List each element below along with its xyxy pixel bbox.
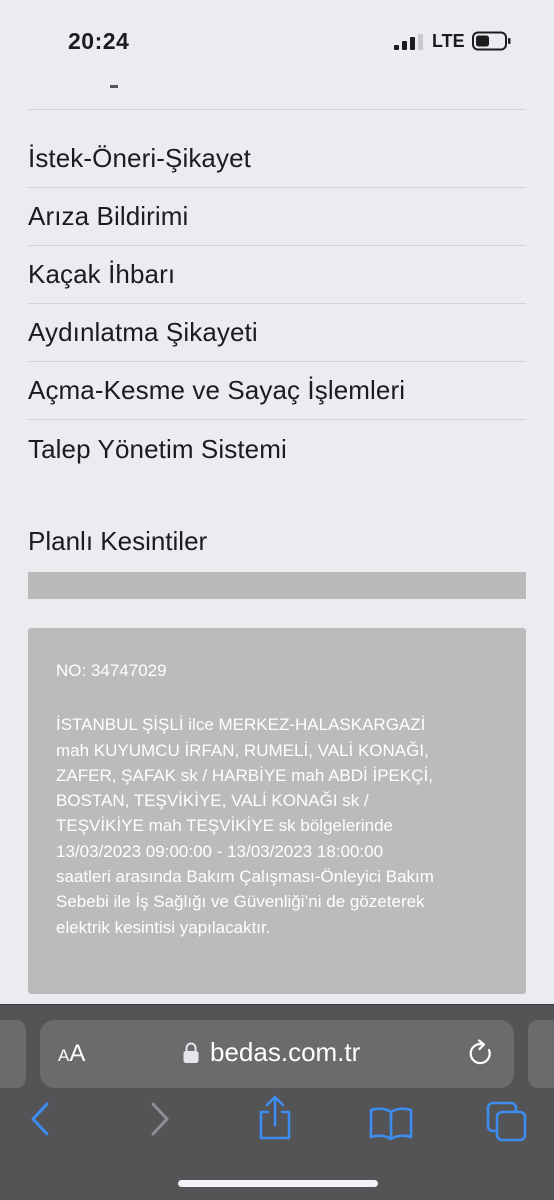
browser-bottom-bar: AA bedas.com.tr [0,1004,554,1200]
divider [28,109,526,110]
notice-line: BOSTAN, TEŞVİKİYE, VALİ KONAĞI sk / [56,791,369,811]
notice-line: elektrik kesintisi yapılacaktır. [56,917,271,937]
notice-line: İSTANBUL ŞİŞLİ ilce MERKEZ-HALASKARGAZİ [56,715,426,735]
outage-notice-card: NO: 34747029 İSTANBUL ŞİŞLİ ilce MERKEZ-… [28,628,526,994]
tabs-icon[interactable] [486,1101,528,1143]
address-bar[interactable]: AA bedas.com.tr [40,1020,514,1088]
notice-line: ZAFER, ŞAFAK sk / HARBİYE mah ABDİ İPEKÇ… [56,765,433,785]
aa-large-letter: A [69,1040,86,1067]
menu-item-aydinlatma-sikayeti[interactable]: Aydınlatma Şikayeti [28,304,526,362]
menu-item-talep-yonetim[interactable]: Talep Yönetim Sistemi [28,420,526,478]
notice-line: saatleri arasında Bakım Çalışması-Önleyi… [56,867,434,887]
menu-item-ariza-bildirimi[interactable]: Arıza Bildirimi [28,188,526,246]
notice-line: 13/03/2023 09:00:00 - 13/03/2023 18:00:0… [56,841,384,861]
notice-line: Sebebi ile İş Sağlığı ve Güvenliği’ni de… [56,892,425,912]
outages-header-bar [28,572,526,599]
next-tab-preview[interactable] [528,1020,554,1088]
planned-outages-title: Planlı Kesintiler [28,526,208,556]
aa-small-letter: A [58,1046,70,1065]
status-time: 20:24 [68,28,130,54]
menu-item-istek-oneri-sikayet[interactable]: İstek-Öneri-Şikayet [28,130,526,188]
back-icon[interactable] [28,1101,52,1137]
header-dash [110,85,118,88]
menu-item-kacak-ihbari[interactable]: Kaçak İhbarı [28,246,526,304]
page-settings-button[interactable]: AA [58,1040,85,1068]
home-indicator[interactable] [178,1180,378,1187]
lock-icon [183,1042,199,1063]
bookmarks-icon[interactable] [368,1105,414,1141]
notice-number: NO: 34747029 [56,661,167,680]
network-type: LTE [432,31,465,51]
reload-icon[interactable] [467,1038,495,1068]
notice-line: TEŞVİKİYE mah TEŞVİKİYE sk bölgelerinde [56,816,394,836]
forward-icon[interactable] [148,1101,172,1137]
status-bar: 20:24 LTE [0,0,554,80]
url-domain: bedas.com.tr [210,1037,361,1067]
notice-line: mah KUYUMCU İRFAN, RUMELİ, VALİ KONAĞI, [56,740,429,760]
menu-item-acma-kesme-sayac[interactable]: Açma-Kesme ve Sayaç İşlemleri [28,362,526,420]
share-icon[interactable] [256,1095,294,1141]
previous-tab-preview[interactable] [0,1020,26,1088]
battery-icon [472,31,511,51]
service-menu: İstek-Öneri-Şikayet Arıza Bildirimi Kaça… [28,130,526,478]
cellular-signal-icon [394,34,423,50]
